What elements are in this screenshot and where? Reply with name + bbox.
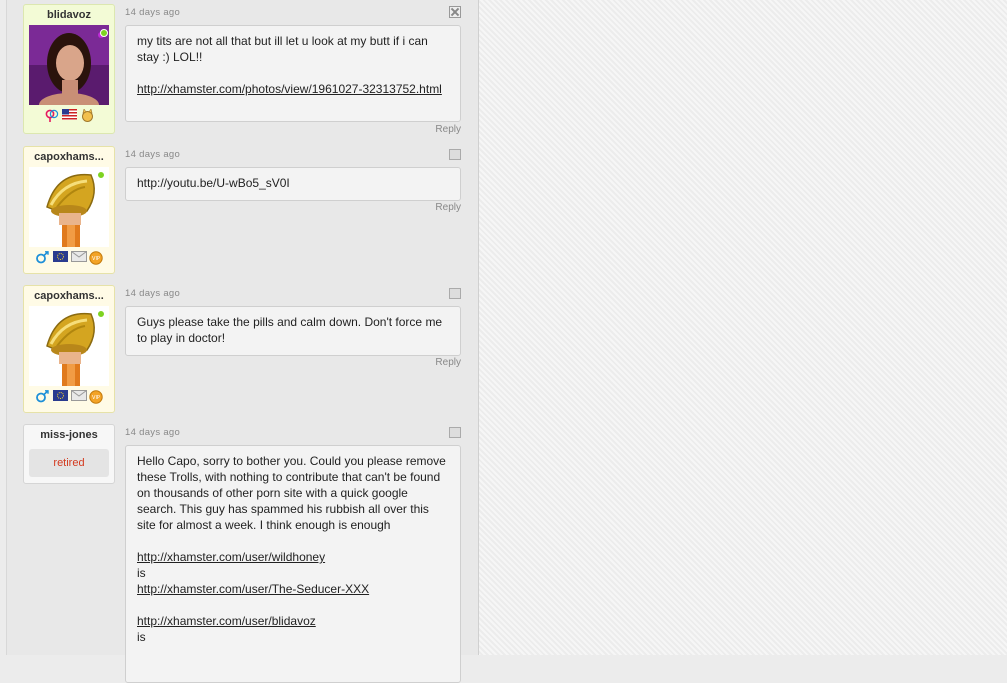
avatar[interactable] — [29, 25, 109, 105]
comment-text: is — [137, 630, 146, 644]
reply-button[interactable]: Reply — [435, 202, 461, 213]
comment-time: 14 days ago — [125, 149, 181, 160]
vip-label: VIP — [92, 395, 100, 401]
comment-meta: 14 days ago — [125, 146, 461, 160]
username-link[interactable]: capoxhams... — [24, 147, 114, 167]
mail-icon[interactable] — [70, 251, 87, 264]
reply-button[interactable]: Reply — [435, 124, 461, 135]
avatar-image — [29, 167, 109, 247]
avatar[interactable] — [29, 306, 109, 386]
comment-meta: 14 days ago — [125, 424, 461, 438]
avatar-image — [29, 25, 109, 105]
flag-icon[interactable] — [449, 149, 461, 160]
comment-link[interactable]: http://xhamster.com/photos/view/1961027-… — [137, 81, 442, 97]
comment-time: 14 days ago — [125, 288, 181, 299]
comment-bubble: http://youtu.be/U-wBo5_sV0I — [125, 167, 461, 201]
comment-text: my tits are not all that but ill let u l… — [137, 34, 428, 64]
male-gender-icon — [35, 390, 50, 403]
comment-meta: 14 days ago — [125, 4, 461, 18]
flag-icon[interactable] — [449, 288, 461, 299]
avatar-image — [29, 306, 109, 386]
user-card: miss-jones retired — [23, 424, 115, 484]
comment-bubble: Guys please take the pills and calm down… — [125, 306, 461, 356]
username-link[interactable]: capoxhams... — [24, 286, 114, 306]
user-badges: VIP — [24, 386, 114, 407]
comment-link[interactable]: http://xhamster.com/user/The-Seducer-XXX — [137, 581, 369, 597]
retired-status-badge: retired — [29, 449, 109, 477]
vip-icon: VIP — [89, 251, 104, 265]
close-icon[interactable] — [449, 6, 461, 18]
eu-flag-icon — [52, 390, 68, 403]
username-link[interactable]: miss-jones — [24, 425, 114, 445]
female-gender-icon — [44, 109, 59, 122]
user-badges — [24, 105, 114, 126]
comment-time: 14 days ago — [125, 427, 181, 438]
cat-icon — [80, 108, 95, 122]
comment-bubble: my tits are not all that but ill let u l… — [125, 25, 461, 122]
eu-flag-icon — [52, 251, 68, 264]
user-badges: VIP — [24, 247, 114, 268]
comment-link[interactable]: http://xhamster.com/user/blidavoz — [137, 613, 316, 629]
comment-time: 14 days ago — [125, 7, 181, 18]
comment-meta: 14 days ago — [125, 285, 461, 299]
comment-bubble: Hello Capo, sorry to bother you. Could y… — [125, 445, 461, 683]
us-flag-icon — [61, 109, 77, 122]
mail-icon[interactable] — [70, 390, 87, 403]
username-link[interactable]: blidavoz — [24, 5, 114, 25]
vip-icon: VIP — [89, 390, 104, 404]
page-background — [478, 0, 1007, 655]
comment-text: Guys please take the pills and calm down… — [137, 315, 443, 345]
user-card: capoxhams... VIP — [23, 285, 115, 413]
user-card: capoxhams... VIP — [23, 146, 115, 274]
avatar[interactable] — [29, 167, 109, 247]
user-card: blidavoz — [23, 4, 115, 134]
reply-button[interactable]: Reply — [435, 357, 461, 368]
male-gender-icon — [35, 251, 50, 264]
vip-label: VIP — [92, 256, 100, 262]
comment-text: is — [137, 566, 146, 580]
comment-link[interactable]: http://xhamster.com/user/wildhoney — [137, 549, 325, 565]
flag-icon[interactable] — [449, 427, 461, 438]
comment-text: Hello Capo, sorry to bother you. Could y… — [137, 454, 446, 532]
comment-text: http://youtu.be/U-wBo5_sV0I — [137, 176, 290, 190]
